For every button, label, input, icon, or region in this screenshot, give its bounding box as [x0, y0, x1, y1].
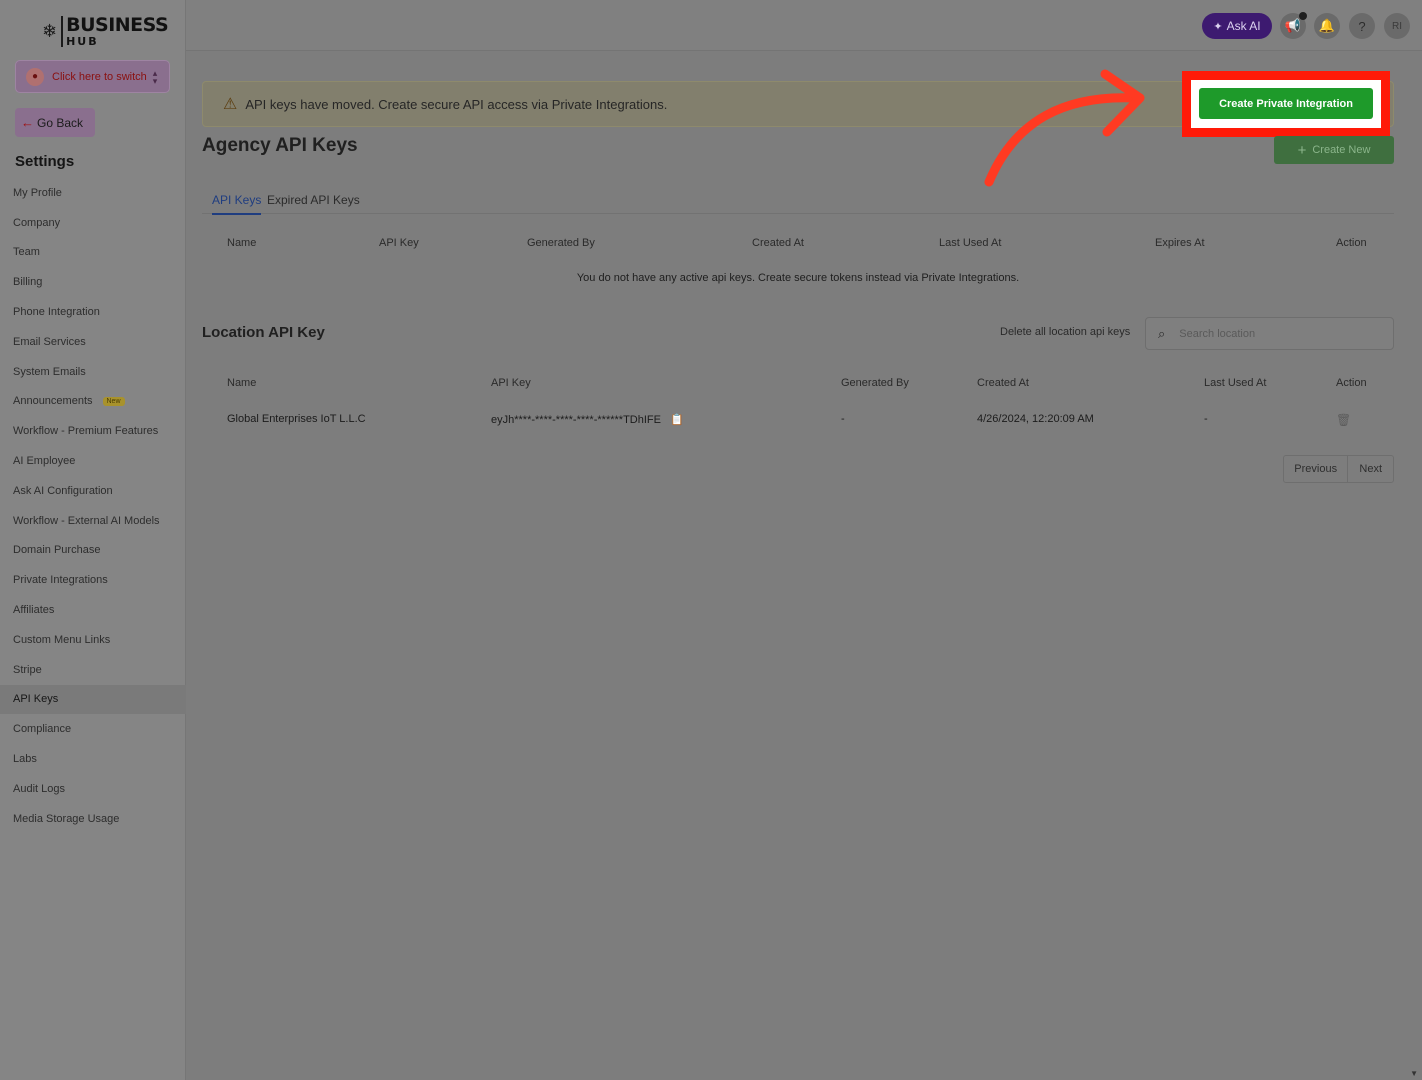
pagination: Previous Next: [1283, 455, 1394, 483]
sidebar-item-company[interactable]: Company: [0, 208, 186, 238]
location-col-last-used-at: Last Used At: [1204, 377, 1267, 389]
tab-expired-api-keys[interactable]: Expired API Keys: [267, 193, 360, 207]
location-col-api-key: API Key: [491, 377, 531, 389]
ask-ai-label: Ask AI: [1226, 19, 1261, 33]
sidebar-item-workflow-premium[interactable]: Workflow - Premium Features: [0, 416, 186, 446]
sidebar-item-system-emails[interactable]: System Emails: [0, 357, 186, 387]
avatar-initials: RI: [1392, 20, 1402, 32]
annotation-arrow-icon: [984, 69, 1145, 187]
sidebar-item-email-services[interactable]: Email Services: [0, 327, 186, 357]
help-icon: ?: [1358, 18, 1366, 34]
row-generated-by: -: [841, 413, 845, 425]
location-col-created-at: Created At: [977, 377, 1029, 389]
plus-icon: +: [1297, 141, 1307, 159]
location-col-generated-by: Generated By: [841, 377, 909, 389]
help-button[interactable]: ?: [1349, 13, 1375, 39]
create-private-integration-button[interactable]: Create Private Integration: [1199, 88, 1373, 119]
scroll-down-arrow-icon[interactable]: ▼: [1410, 1069, 1418, 1078]
search-icon: ⌕: [1158, 325, 1166, 341]
brand-logo[interactable]: ❄ BUSINESS HUB: [42, 12, 169, 50]
location-col-action: Action: [1336, 377, 1367, 389]
agency-col-api-key: API Key: [379, 237, 419, 249]
tab-api-keys[interactable]: API Keys: [212, 193, 262, 215]
create-new-label: Create New: [1312, 144, 1371, 156]
bell-icon: 🔔: [1318, 18, 1336, 33]
location-section-title: Location API Key: [202, 324, 325, 341]
agency-col-last-used-at: Last Used At: [939, 237, 1002, 249]
sidebar-item-my-profile[interactable]: My Profile: [0, 178, 186, 208]
api-key-tabs: API Keys Expired API Keys: [202, 188, 1394, 215]
sidebar: ❄ BUSINESS HUB ● Click here to switch ▴ ▾…: [0, 0, 186, 1080]
row-api-key-cell: eyJh****-****-****-****-******TDhIFE 📋: [491, 413, 684, 426]
search-location-input[interactable]: [1179, 327, 1370, 340]
new-badge: New: [102, 396, 125, 406]
sidebar-item-workflow-external-ai[interactable]: Workflow - External AI Models: [0, 506, 186, 536]
sidebar-item-domain-purchase[interactable]: Domain Purchase: [0, 536, 186, 566]
sidebar-item-stripe[interactable]: Stripe: [0, 655, 186, 685]
row-name: Global Enterprises IoT L.L.C: [227, 413, 366, 425]
sidebar-item-ai-employee[interactable]: AI Employee: [0, 446, 186, 476]
agency-col-created-at: Created At: [752, 237, 804, 249]
sparkle-icon: ✦: [1213, 20, 1223, 33]
location-col-name: Name: [227, 377, 257, 389]
sidebar-item-api-keys[interactable]: API Keys: [0, 684, 186, 715]
account-switcher[interactable]: ● Click here to switch ▴ ▾: [15, 60, 170, 93]
go-back-label: Go Back: [37, 115, 84, 130]
sidebar-item-audit-logs[interactable]: Audit Logs: [0, 774, 186, 804]
sidebar-item-media-storage[interactable]: Media Storage Usage: [0, 804, 186, 834]
trash-icon[interactable]: 🗑: [1336, 413, 1351, 427]
chevron-updown-icon: ▴ ▾: [152, 67, 158, 86]
agency-empty-message: You do not have any active api keys. Cre…: [576, 272, 1020, 284]
sidebar-item-team[interactable]: Team: [0, 238, 186, 268]
sidebar-item-announcements[interactable]: Announcements New: [0, 387, 186, 417]
sidebar-item-private-integrations[interactable]: Private Integrations: [0, 565, 186, 595]
agency-col-name: Name: [227, 237, 257, 249]
arrow-left-icon: ←: [21, 115, 34, 130]
user-avatar[interactable]: RI: [1384, 13, 1410, 39]
sidebar-item-custom-menu-links[interactable]: Custom Menu Links: [0, 625, 186, 655]
go-back-button[interactable]: ← Go Back: [15, 108, 95, 137]
page-title: Agency API Keys: [202, 135, 358, 156]
row-api-key: eyJh****-****-****-****-******TDhIFE: [491, 414, 661, 426]
account-icon: ●: [26, 67, 44, 86]
brand-name: BUSINESS: [66, 13, 169, 36]
sidebar-item-phone-integration[interactable]: Phone Integration: [0, 297, 186, 327]
row-created-at: 4/26/2024, 12:20:09 AM: [977, 413, 1094, 425]
warning-icon: ⚠: [223, 96, 238, 113]
agency-col-action: Action: [1336, 237, 1367, 249]
next-page-button[interactable]: Next: [1348, 456, 1393, 482]
previous-page-button[interactable]: Previous: [1284, 456, 1349, 482]
ask-ai-button[interactable]: ✦ Ask AI: [1202, 13, 1272, 39]
notification-dot: [1299, 12, 1307, 20]
announcements-megaphone-button[interactable]: 📢: [1280, 12, 1307, 39]
sidebar-item-labs[interactable]: Labs: [0, 744, 186, 774]
megaphone-icon: 📢: [1284, 18, 1302, 33]
sidebar-item-affiliates[interactable]: Affiliates: [0, 595, 186, 625]
settings-heading: Settings: [15, 153, 75, 170]
agency-col-expires-at: Expires At: [1155, 237, 1205, 249]
brand-sub: HUB: [66, 34, 99, 48]
snowflake-logo-icon: ❄: [42, 21, 58, 41]
clipboard-copy-icon[interactable]: 📋: [670, 413, 684, 426]
switcher-label: Click here to switch: [52, 70, 147, 83]
create-new-button[interactable]: + Create New: [1274, 136, 1394, 164]
notifications-button[interactable]: 🔔: [1314, 13, 1340, 39]
row-last-used-at: -: [1204, 413, 1208, 425]
sidebar-item-compliance[interactable]: Compliance: [0, 714, 186, 744]
sidebar-item-ask-ai-config[interactable]: Ask AI Configuration: [0, 476, 186, 506]
sidebar-item-billing[interactable]: Billing: [0, 267, 186, 297]
agency-col-generated-by: Generated By: [527, 237, 595, 249]
location-search: ⌕: [1145, 317, 1394, 350]
delete-all-location-keys-link[interactable]: Delete all location api keys: [1000, 326, 1130, 338]
banner-message: API keys have moved. Create secure API a…: [245, 96, 668, 112]
settings-nav: My Profile Company Team Billing Phone In…: [0, 178, 186, 834]
